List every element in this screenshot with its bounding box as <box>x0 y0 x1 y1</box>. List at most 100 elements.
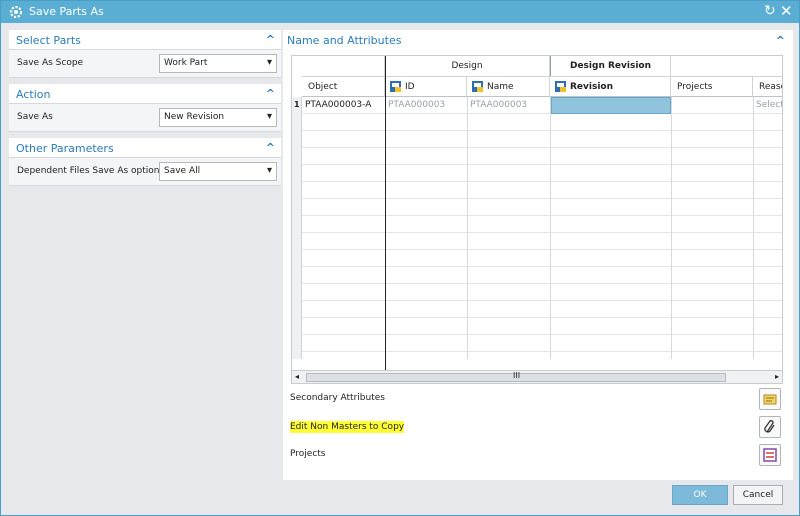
parts-grid: Design Design Revision Object ID Name Re… <box>291 55 783 371</box>
col-header-revision[interactable]: Revision <box>550 76 671 97</box>
edit-non-masters-row: Edit Non Masters to Copy <box>283 414 793 442</box>
attributes-icon <box>763 394 777 405</box>
save-parts-as-dialog: Save Parts As ↻ ✕ Select Parts ^ Save As… <box>0 0 800 516</box>
dependent-files-dropdown[interactable]: Save All ▾ <box>159 162 277 181</box>
table-row <box>302 165 782 182</box>
scroll-right-icon[interactable]: ▸ <box>775 372 779 381</box>
col-header-reason[interactable]: Reason <box>753 76 782 97</box>
group-header-design: Design <box>385 56 550 76</box>
section-title: Action <box>16 88 51 101</box>
save-as-label: Save As <box>17 112 53 122</box>
table-row <box>302 233 782 250</box>
other-parameters-body: Dependent Files Save As option Save All … <box>9 158 281 186</box>
chevron-up-icon[interactable]: ^ <box>776 34 785 47</box>
cancel-button[interactable]: Cancel <box>733 485 783 505</box>
column-divider <box>550 97 551 359</box>
secondary-attributes-row: Secondary Attributes <box>283 386 793 414</box>
table-row <box>302 199 782 216</box>
gear-icon <box>9 5 23 19</box>
col-header-projects[interactable]: Projects <box>671 76 753 97</box>
projects-icon <box>763 448 777 462</box>
col-header-object[interactable]: Object <box>302 76 385 97</box>
scroll-left-icon[interactable]: ◂ <box>295 372 299 381</box>
table-row <box>302 182 782 199</box>
window-title: Save Parts As <box>29 5 104 18</box>
section-title: Select Parts <box>16 34 81 47</box>
dialog-footer: OK Cancel <box>283 480 793 510</box>
chevron-down-icon: ▾ <box>266 111 272 122</box>
section-title: Name and Attributes <box>287 34 402 47</box>
table-row <box>302 267 782 284</box>
projects-row: Projects <box>283 442 793 470</box>
edit-non-masters-label: Edit Non Masters to Copy <box>290 421 405 433</box>
grip-mark: III <box>513 371 521 380</box>
row-number: 1 <box>294 100 300 109</box>
column-divider <box>671 97 672 359</box>
table-row <box>302 216 782 233</box>
cell-id[interactable]: PTAA000003 <box>388 100 445 110</box>
edit-non-masters-button[interactable] <box>759 416 781 438</box>
secondary-attributes-label: Secondary Attributes <box>290 393 385 403</box>
table-row <box>302 148 782 165</box>
dropdown-value: Save All <box>164 166 201 176</box>
table-row <box>302 284 782 301</box>
col-label: Revision <box>570 82 614 92</box>
cell-reason[interactable]: Selecte <box>756 100 782 110</box>
table-row <box>302 318 782 335</box>
projects-button[interactable] <box>759 444 781 466</box>
table-row <box>302 335 782 352</box>
row-number-column: 1 <box>292 97 302 359</box>
grid-corner <box>292 56 385 76</box>
projects-label: Projects <box>290 449 326 459</box>
chevron-up-icon[interactable]: ^ <box>266 141 275 154</box>
dependent-files-label: Dependent Files Save As option <box>17 166 160 176</box>
revision-cell[interactable] <box>551 97 671 114</box>
select-parts-header[interactable]: Select Parts ^ <box>9 30 281 50</box>
table-row <box>302 131 782 148</box>
column-divider <box>753 97 754 359</box>
cell-object[interactable]: PTAA000003-A <box>305 100 371 110</box>
lock-icon <box>555 81 566 92</box>
col-label: Projects <box>677 82 713 92</box>
col-header-id[interactable]: ID <box>385 76 467 97</box>
save-as-dropdown[interactable]: New Revision ▾ <box>159 108 277 127</box>
left-panel: Select Parts ^ Save As Scope Work Part ▾… <box>9 30 281 188</box>
rotate-icon[interactable]: ↻ <box>764 3 776 19</box>
close-icon[interactable]: ✕ <box>780 2 793 20</box>
horizontal-scrollbar[interactable]: ◂ III ▸ <box>291 370 783 384</box>
title-bar: Save Parts As ↻ ✕ <box>1 1 799 23</box>
save-as-scope-label: Save As Scope <box>17 58 84 68</box>
table-row <box>302 250 782 267</box>
other-parameters-header[interactable]: Other Parameters ^ <box>9 138 281 158</box>
dropdown-value: Work Part <box>164 58 208 68</box>
col-label: Name <box>487 82 514 92</box>
col-label: Object <box>308 82 338 92</box>
column-divider <box>467 97 468 359</box>
cell-name[interactable]: PTAA000003 <box>470 100 527 110</box>
section-title: Other Parameters <box>16 142 114 155</box>
scroll-thumb[interactable]: III <box>306 371 726 382</box>
lock-icon <box>390 81 401 92</box>
action-body: Save As New Revision ▾ <box>9 104 281 132</box>
select-parts-body: Save As Scope Work Part ▾ <box>9 50 281 78</box>
col-label: ID <box>405 82 415 92</box>
paperclip-icon <box>764 420 775 433</box>
col-label: Reason <box>759 82 782 92</box>
col-header-name[interactable]: Name <box>467 76 550 97</box>
freeze-divider <box>385 56 386 370</box>
save-as-scope-dropdown[interactable]: Work Part ▾ <box>159 54 277 73</box>
table-row <box>302 301 782 318</box>
group-header-design-revision: Design Revision <box>550 56 671 76</box>
group-header-blank <box>671 56 782 76</box>
ok-button[interactable]: OK <box>672 485 728 505</box>
chevron-up-icon[interactable]: ^ <box>266 33 275 46</box>
chevron-up-icon[interactable]: ^ <box>266 87 275 100</box>
action-header[interactable]: Action ^ <box>9 84 281 104</box>
dropdown-value: New Revision <box>164 112 225 122</box>
name-and-attributes-header[interactable]: Name and Attributes ^ <box>283 30 793 52</box>
secondary-attributes-button[interactable] <box>759 388 781 410</box>
chevron-down-icon: ▾ <box>266 57 272 68</box>
table-row[interactable] <box>302 97 782 114</box>
chevron-down-icon: ▾ <box>266 165 272 176</box>
table-row <box>302 114 782 131</box>
